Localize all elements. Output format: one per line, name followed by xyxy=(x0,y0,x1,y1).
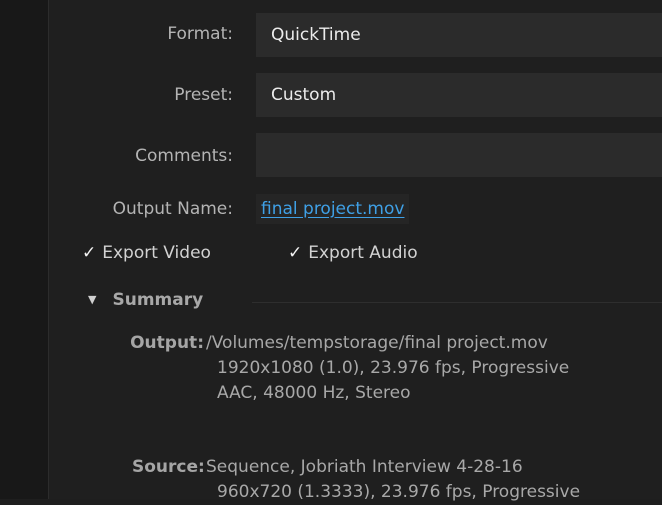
checkmark-icon: ✓ xyxy=(82,243,97,263)
summary-output-key: Output: xyxy=(130,333,204,353)
summary-source-sequence: Sequence, Jobriath Interview 4-28-16 xyxy=(206,457,523,477)
summary-output-audio: AAC, 48000 Hz, Stereo xyxy=(217,383,411,403)
summary-output-path: /Volumes/tempstorage/final project.mov xyxy=(206,333,548,353)
summary-source-key: Source: xyxy=(132,457,205,477)
summary-title: Summary xyxy=(112,290,204,310)
export-audio-label: Export Audio xyxy=(308,243,418,263)
checkmark-icon: ✓ xyxy=(288,243,303,263)
export-audio-checkbox[interactable]: ✓ Export Audio xyxy=(288,243,418,263)
comments-label: Comments: xyxy=(135,146,233,166)
format-label: Format: xyxy=(167,24,233,44)
summary-divider xyxy=(252,302,662,303)
comments-input[interactable] xyxy=(256,133,662,177)
preset-dropdown[interactable]: Custom xyxy=(256,73,662,117)
format-dropdown[interactable]: QuickTime xyxy=(256,13,662,57)
left-panel-strip xyxy=(0,0,49,499)
summary-source-video: 960x720 (1.3333), 23.976 fps, Progressiv… xyxy=(217,482,581,502)
summary-source-value: Sequence, Jobriath Interview 4-28-16 960… xyxy=(206,455,580,505)
output-name-label: Output Name: xyxy=(112,199,233,219)
export-video-label: Export Video xyxy=(102,243,211,263)
summary-toggle[interactable]: ▼ Summary xyxy=(88,290,203,310)
export-video-checkbox[interactable]: ✓ Export Video xyxy=(82,243,211,263)
output-name-link[interactable]: final project.mov xyxy=(256,194,410,224)
summary-output-value: /Volumes/tempstorage/final project.mov 1… xyxy=(206,331,569,406)
summary-output-video: 1920x1080 (1.0), 23.976 fps, Progressive xyxy=(217,358,570,378)
preset-label: Preset: xyxy=(174,85,233,105)
disclosure-triangle-icon: ▼ xyxy=(88,293,97,306)
